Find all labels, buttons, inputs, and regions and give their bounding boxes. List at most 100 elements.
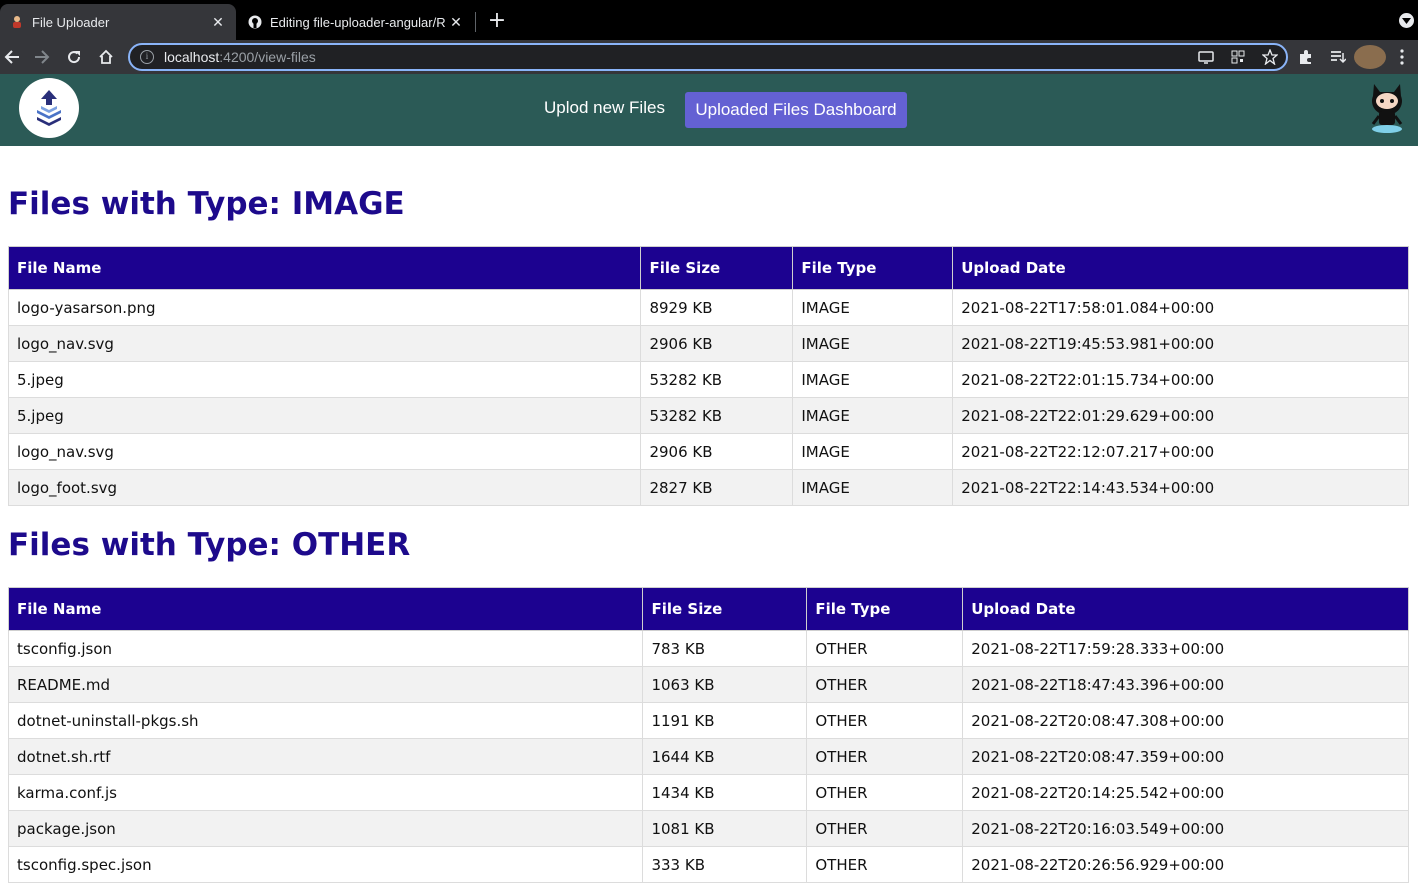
- table-row: karma.conf.js 1434 KB OTHER 2021-08-22T20:1…: [7, 774, 1409, 811]
- browser-toolbar: i localhost:4200/view-files: [0, 40, 1418, 74]
- tab-title: Editing file-uploader-angular/R: [270, 14, 446, 30]
- address-bar[interactable]: i localhost:4200/view-files: [128, 43, 1288, 71]
- back-icon[interactable]: [0, 45, 24, 69]
- upload-date-cell: 2021-08-22T22:01:15.734+00:00: [952, 361, 1409, 398]
- tab-separator: [475, 12, 476, 32]
- file-size-cell: 333 KB: [642, 846, 808, 883]
- file-name-cell: package.json: [7, 810, 644, 847]
- table-row: 5.jpeg 53282 KB IMAGE 2021-08-22T22:01:15.7…: [7, 361, 1409, 398]
- cast-icon[interactable]: [1196, 48, 1216, 66]
- github-favicon-icon: [248, 15, 262, 29]
- nav-uploaded-files-dashboard[interactable]: Uploaded Files Dashboard: [685, 92, 907, 128]
- browser-tab-bar: File Uploader ✕ Editing file-uploader-an…: [0, 0, 1418, 40]
- file-size-cell: 1081 KB: [642, 810, 808, 847]
- file-type-cell: OTHER: [806, 810, 964, 847]
- file-type-cell: OTHER: [806, 666, 964, 703]
- file-size-cell: 1644 KB: [642, 738, 808, 775]
- file-name-cell: karma.conf.js: [7, 774, 644, 811]
- table-row: dotnet.sh.rtf 1644 KB OTHER 2021-08-22T20:0…: [7, 738, 1409, 775]
- file-size-cell: 1191 KB: [642, 702, 808, 739]
- upload-date-cell: 2021-08-22T20:14:25.542+00:00: [962, 774, 1409, 811]
- column-header-file-type: File Type: [792, 246, 954, 290]
- file-type-cell: IMAGE: [792, 325, 954, 362]
- file-size-cell: 53282 KB: [640, 361, 794, 398]
- image-files-table: File Name File Size File Type Upload Dat…: [7, 246, 1409, 506]
- upload-logo-icon[interactable]: [19, 78, 79, 138]
- extensions-puzzle-icon[interactable]: [1290, 45, 1322, 69]
- forward-icon[interactable]: [30, 45, 54, 69]
- upload-date-cell: 2021-08-22T18:47:43.396+00:00: [962, 666, 1409, 703]
- file-size-cell: 8929 KB: [640, 289, 794, 326]
- file-name-cell: 5.jpeg: [7, 361, 642, 398]
- column-header-upload-date: Upload Date: [952, 246, 1409, 290]
- tab-title: File Uploader: [32, 14, 110, 30]
- table-row: README.md 1063 KB OTHER 2021-08-22T18:47:43…: [7, 666, 1409, 703]
- tab-editing-github[interactable]: Editing file-uploader-angular/R ✕: [236, 4, 476, 40]
- file-size-cell: 783 KB: [642, 630, 808, 667]
- upload-date-cell: 2021-08-22T22:14:43.534+00:00: [952, 469, 1409, 506]
- other-files-table: File Name File Size File Type Upload Dat…: [7, 587, 1409, 883]
- upload-date-cell: 2021-08-22T22:01:29.629+00:00: [952, 397, 1409, 434]
- file-size-cell: 2906 KB: [640, 325, 794, 362]
- file-type-cell: OTHER: [806, 846, 964, 883]
- upload-date-cell: 2021-08-22T17:59:28.333+00:00: [962, 630, 1409, 667]
- file-name-cell: dotnet-uninstall-pkgs.sh: [7, 702, 644, 739]
- column-header-upload-date: Upload Date: [962, 587, 1409, 631]
- profile-avatar-icon[interactable]: [1354, 45, 1386, 69]
- file-type-cell: IMAGE: [792, 469, 954, 506]
- table-row: tsconfig.spec.json 333 KB OTHER 2021-08-22T…: [7, 846, 1409, 883]
- table-row: logo_nav.svg 2906 KB IMAGE 2021-08-22T22:12…: [7, 433, 1409, 470]
- table-row: dotnet-uninstall-pkgs.sh 1191 KB OTHER 2021…: [7, 702, 1409, 739]
- file-name-cell: logo_nav.svg: [7, 325, 642, 362]
- table-row: 5.jpeg 53282 KB IMAGE 2021-08-22T22:01:29.6…: [7, 397, 1409, 434]
- column-header-file-size: File Size: [640, 246, 794, 290]
- file-name-cell: 5.jpeg: [7, 397, 642, 434]
- bookmark-star-icon[interactable]: [1260, 48, 1280, 66]
- reading-list-icon[interactable]: [1322, 45, 1354, 69]
- file-type-cell: OTHER: [806, 774, 964, 811]
- site-info-icon[interactable]: i: [140, 50, 154, 64]
- url-text: localhost:4200/view-files: [164, 49, 316, 65]
- file-type-cell: IMAGE: [792, 433, 954, 470]
- file-size-cell: 2906 KB: [640, 433, 794, 470]
- reload-icon[interactable]: [62, 45, 86, 69]
- column-header-file-name: File Name: [7, 587, 644, 631]
- app-favicon-icon: [10, 15, 24, 29]
- new-tab-icon[interactable]: +: [486, 8, 508, 34]
- file-name-cell: README.md: [7, 666, 644, 703]
- table-row: logo-yasarson.png 8929 KB IMAGE 2021-08-22T…: [7, 289, 1409, 326]
- qr-code-icon[interactable]: [1228, 48, 1248, 66]
- file-name-cell: logo_foot.svg: [7, 469, 642, 506]
- table-header-row: File Name File Size File Type Upload Dat…: [7, 246, 1409, 290]
- upload-date-cell: 2021-08-22T20:16:03.549+00:00: [962, 810, 1409, 847]
- file-type-cell: OTHER: [806, 630, 964, 667]
- upload-date-cell: 2021-08-22T20:08:47.308+00:00: [962, 702, 1409, 739]
- column-header-file-type: File Type: [806, 587, 964, 631]
- table-row: tsconfig.json 783 KB OTHER 2021-08-22T17:59…: [7, 630, 1409, 667]
- file-size-cell: 53282 KB: [640, 397, 794, 434]
- app-header: Uplod new Files Uploaded Files Dashboard: [0, 74, 1418, 146]
- file-type-cell: OTHER: [806, 702, 964, 739]
- table-header-row: File Name File Size File Type Upload Dat…: [7, 587, 1409, 631]
- file-name-cell: logo-yasarson.png: [7, 289, 642, 326]
- file-type-cell: IMAGE: [792, 361, 954, 398]
- home-icon[interactable]: [94, 45, 118, 69]
- tab-file-uploader[interactable]: File Uploader ✕: [0, 4, 236, 40]
- table-row: package.json 1081 KB OTHER 2021-08-22T20:16…: [7, 810, 1409, 847]
- upload-date-cell: 2021-08-22T22:12:07.217+00:00: [952, 433, 1409, 470]
- github-octocat-icon[interactable]: [1368, 80, 1406, 134]
- browser-menu-icon[interactable]: [1386, 45, 1418, 69]
- table-row: logo_foot.svg 2827 KB IMAGE 2021-08-22T22:1…: [7, 469, 1409, 506]
- tab-search-icon[interactable]: [1399, 13, 1414, 28]
- close-tab-icon[interactable]: ✕: [448, 14, 464, 31]
- file-type-cell: IMAGE: [792, 397, 954, 434]
- column-header-file-name: File Name: [7, 246, 642, 290]
- file-name-cell: tsconfig.json: [7, 630, 644, 667]
- file-name-cell: dotnet.sh.rtf: [7, 738, 644, 775]
- file-size-cell: 2827 KB: [640, 469, 794, 506]
- nav-upload-new-files[interactable]: Uplod new Files: [544, 98, 665, 118]
- file-type-cell: IMAGE: [792, 289, 954, 326]
- close-tab-icon[interactable]: ✕: [210, 14, 226, 31]
- table-row: logo_nav.svg 2906 KB IMAGE 2021-08-22T19:45…: [7, 325, 1409, 362]
- upload-date-cell: 2021-08-22T19:45:53.981+00:00: [952, 325, 1409, 362]
